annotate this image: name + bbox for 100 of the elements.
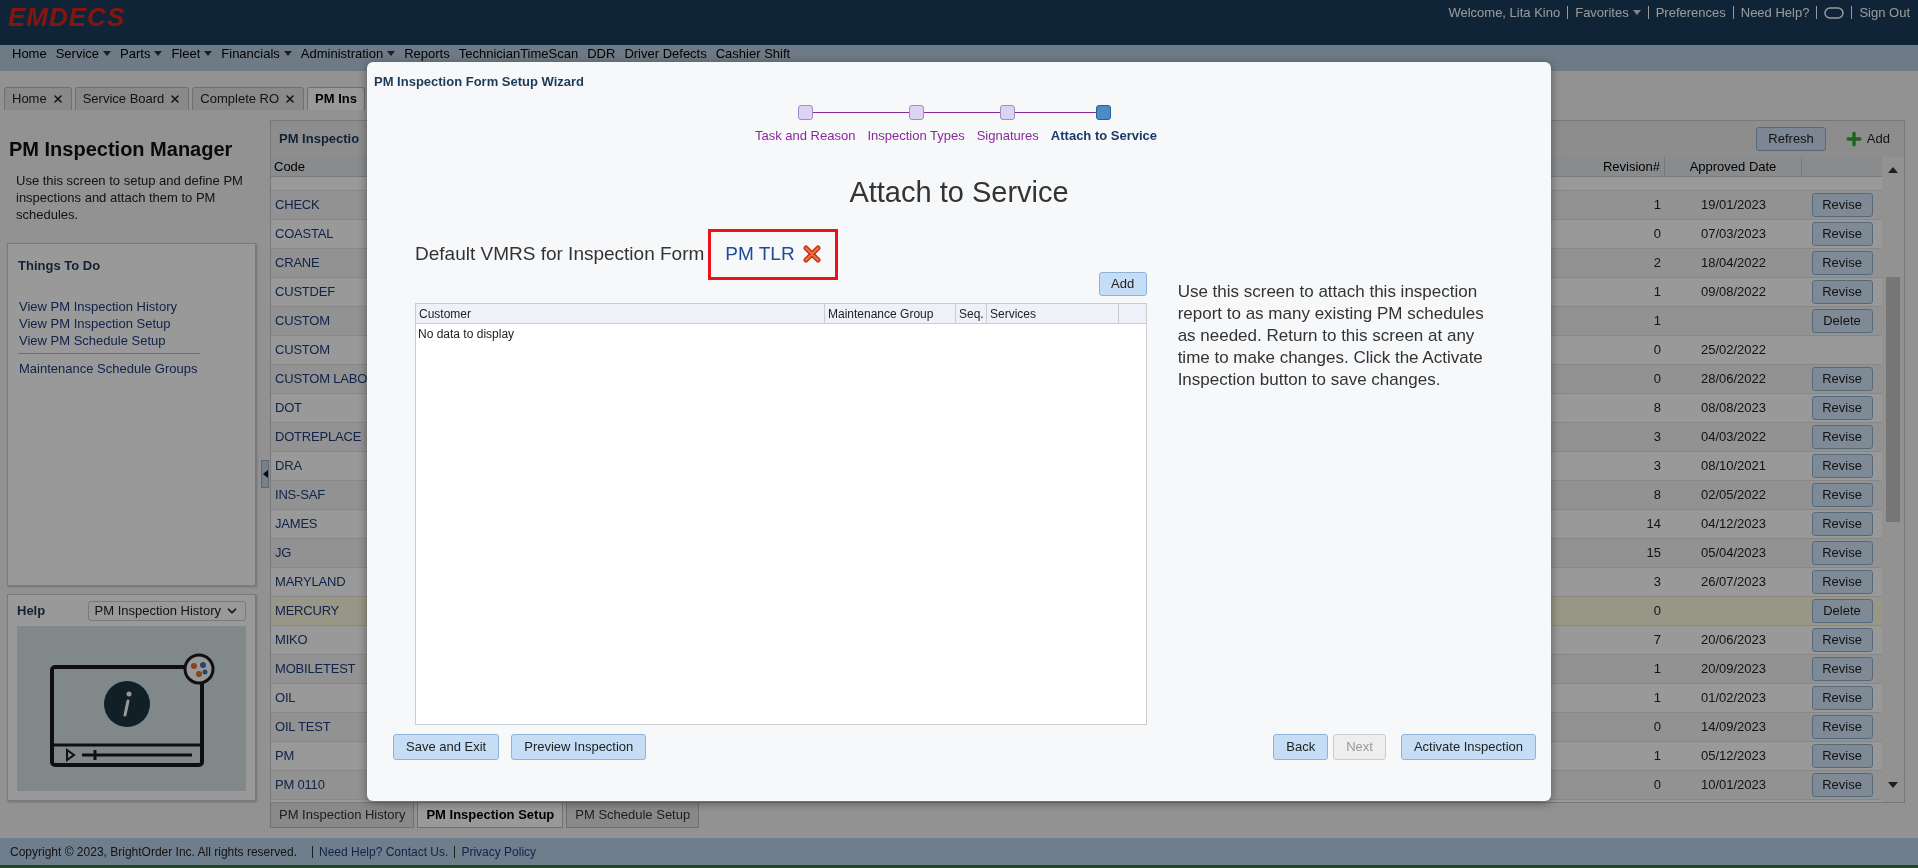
step-label[interactable]: Signatures: [970, 125, 1045, 145]
row-action-button[interactable]: Revise: [1811, 715, 1873, 739]
nav-menu-item[interactable]: Parts: [120, 46, 163, 61]
page-tab[interactable]: Complete RO: [192, 87, 305, 110]
row-action-button[interactable]: Revise: [1811, 570, 1873, 594]
nav-menu-item[interactable]: Cashier Shift: [715, 46, 791, 61]
dialog-button[interactable]: Back: [1273, 733, 1329, 760]
row-action-button[interactable]: Revise: [1811, 367, 1873, 391]
nav-menu-item[interactable]: TechnicianTimeScan: [458, 46, 579, 61]
help-topic-select[interactable]: PM Inspection History: [87, 601, 246, 621]
row-action-button[interactable]: Revise: [1811, 686, 1873, 710]
dialog-button[interactable]: Save and Exit: [393, 733, 500, 760]
scroll-down-arrow-icon[interactable]: [1888, 782, 1898, 788]
nav-menu-item[interactable]: DDR: [587, 46, 616, 61]
table-cell-text: CUSTOM: [275, 341, 330, 360]
favorites-menu[interactable]: Favorites: [1575, 3, 1641, 23]
row-action-button[interactable]: Revise: [1811, 483, 1873, 507]
table-cell-text: 3: [1652, 573, 1662, 592]
welcome-text: Welcome, Lita Kino: [1448, 4, 1561, 22]
row-action-button[interactable]: Revise: [1811, 454, 1873, 478]
empty-grid-message: No data to display: [417, 325, 516, 343]
row-action-button[interactable]: Revise: [1811, 396, 1873, 420]
table-cell-text: 25/02/2022: [1700, 341, 1767, 360]
header-link[interactable]: Preferences: [1655, 3, 1726, 23]
row-action-button[interactable]: Revise: [1811, 280, 1873, 304]
scrollbar-thumb[interactable]: [1886, 277, 1900, 522]
add-button[interactable]: Add: [1843, 129, 1890, 149]
page-tab[interactable]: Home: [4, 87, 72, 110]
footer-link[interactable]: Need Help? Contact Us.: [318, 842, 449, 861]
row-action-button[interactable]: Revise: [1811, 251, 1873, 275]
step-heading: Attach to Service: [848, 175, 1070, 210]
table-cell-text: CUSTDEF: [275, 283, 335, 302]
vmrs-value-link[interactable]: PM TLR: [725, 239, 795, 269]
footer-link[interactable]: Privacy Policy: [461, 842, 537, 861]
close-icon[interactable]: [284, 93, 297, 105]
page-tab[interactable]: PM Ins: [307, 87, 365, 110]
task-link[interactable]: View PM Inspection History: [19, 297, 245, 315]
close-icon[interactable]: [51, 93, 64, 105]
table-cell-text: 01/02/2023: [1700, 689, 1767, 708]
help-text: Use this screen to attach this inspection report to as many existing PM schedules as needed. Return to this screen at any time to make changes. Click the Activate Inspection button to save changes.: [1177, 280, 1485, 391]
step-marker[interactable]: [1000, 104, 1016, 120]
section-tab[interactable]: PM Inspection History: [270, 803, 415, 828]
row-action-button[interactable]: Revise: [1811, 744, 1873, 768]
table-cell-text: DOTREPLACE: [275, 428, 362, 447]
column-header: Customer: [416, 303, 825, 323]
task-link[interactable]: View PM Schedule Setup: [19, 331, 245, 349]
row-action-button[interactable]: Revise: [1811, 512, 1873, 536]
step-label[interactable]: Task and Reason: [748, 125, 862, 145]
section-tab[interactable]: PM Schedule Setup: [566, 803, 700, 828]
table-cell-text: 08/10/2021: [1700, 457, 1767, 476]
scrollbar[interactable]: [1882, 157, 1904, 802]
row-action-button[interactable]: Delete: [1811, 309, 1873, 333]
table-cell-text: CUSTOM LABO: [275, 370, 368, 389]
header-link[interactable]: Sign Out: [1859, 3, 1910, 23]
table-cell-text: COASTAL: [275, 225, 334, 244]
table-cell-text: 1: [1652, 283, 1662, 302]
task-link[interactable]: View PM Inspection Setup: [19, 314, 245, 332]
row-action-button[interactable]: Revise: [1811, 628, 1873, 652]
table-cell-text: MIKO: [275, 631, 308, 650]
table-cell-text: 1: [1652, 312, 1662, 331]
nav-menu-item[interactable]: Fleet: [171, 46, 213, 61]
refresh-button[interactable]: Refresh: [1756, 127, 1826, 151]
table-cell-text: MOBILETEST: [275, 660, 356, 679]
step-marker[interactable]: [1096, 104, 1112, 120]
row-action-button[interactable]: Revise: [1811, 657, 1873, 681]
nav-menu-item[interactable]: Service: [55, 46, 112, 61]
table-cell-text: 04/03/2022: [1700, 428, 1767, 447]
nav-menu-item[interactable]: Administration: [300, 46, 396, 61]
dialog-button[interactable]: Activate Inspection: [1400, 733, 1536, 760]
add-button[interactable]: Add: [1098, 271, 1147, 296]
nav-menu-item[interactable]: Financials: [221, 46, 292, 61]
column-header: Code: [273, 158, 307, 176]
task-link[interactable]: Maintenance Schedule Groups: [19, 359, 200, 377]
table-cell-text: DRA: [275, 457, 302, 476]
row-action-button[interactable]: Revise: [1811, 773, 1873, 797]
remove-icon[interactable]: [802, 245, 821, 263]
table-cell-text: 0: [1652, 341, 1662, 360]
nav-menu-item[interactable]: Driver Defects: [624, 46, 707, 61]
collapse-handle[interactable]: [261, 460, 269, 488]
section-tab[interactable]: PM Inspection Setup: [417, 803, 564, 828]
row-action-button[interactable]: Revise: [1811, 541, 1873, 565]
table-cell-text: MERCURY: [275, 602, 340, 621]
dialog-button[interactable]: Preview Inspection: [511, 733, 647, 760]
row-action-button[interactable]: Revise: [1811, 222, 1873, 246]
row-action-button[interactable]: Delete: [1811, 599, 1873, 623]
row-action-button[interactable]: Revise: [1811, 193, 1873, 217]
chat-icon[interactable]: [1824, 6, 1845, 19]
page-tab[interactable]: Service Board: [74, 87, 190, 110]
nav-menu-item[interactable]: Reports: [404, 46, 450, 61]
scroll-up-arrow-icon[interactable]: [1888, 167, 1898, 173]
close-icon[interactable]: [169, 93, 182, 105]
table-cell-text: OIL: [275, 689, 296, 708]
nav-menu-item[interactable]: Home: [12, 46, 47, 61]
step-marker[interactable]: [908, 104, 924, 120]
step-label[interactable]: Attach to Service: [1044, 125, 1164, 145]
row-action-button[interactable]: Revise: [1811, 425, 1873, 449]
step-marker[interactable]: [797, 104, 813, 120]
step-label[interactable]: Inspection Types: [861, 125, 971, 145]
column-header: Approved Date: [1665, 157, 1802, 176]
header-link[interactable]: Need Help?: [1740, 3, 1810, 23]
